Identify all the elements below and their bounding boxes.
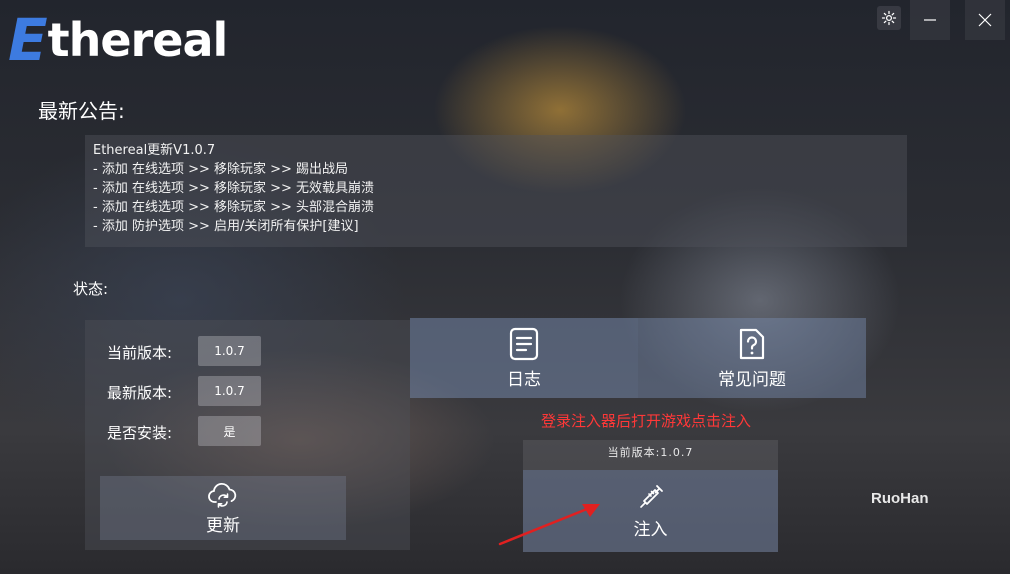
faq-button[interactable]: 常见问题	[638, 318, 866, 398]
latest-version-value: 1.0.7	[198, 376, 261, 406]
current-version-label: 当前版本:	[107, 344, 173, 362]
update-button-label: 更新	[206, 515, 240, 536]
pointer-arrow-icon	[498, 504, 600, 546]
log-button-label: 日志	[507, 369, 541, 390]
author-name: RuoHan	[871, 490, 929, 507]
announcement-line: Ethereal更新V1.0.7	[93, 143, 216, 158]
app-logo: E thereal	[8, 6, 229, 74]
inject-hint: 登录注入器后打开游戏点击注入	[541, 412, 752, 430]
question-file-icon	[739, 328, 765, 359]
status-heading: 状态:	[73, 280, 109, 298]
update-button[interactable]: 更新	[100, 476, 346, 540]
announcement-box: Ethereal更新V1.0.7 - 添加 在线选项 >> 移除玩家 >> 踢出…	[85, 135, 907, 247]
installed-value: 是	[198, 416, 261, 446]
installed-label: 是否安装:	[107, 424, 173, 442]
injector-window: E thereal 最新公告: Ethereal更新V1.0.7 - 添加 在线…	[0, 0, 1010, 574]
minimize-icon	[924, 19, 936, 21]
logo-letter: E	[8, 6, 48, 74]
document-icon	[509, 327, 539, 360]
announcement-line: - 添加 在线选项 >> 移除玩家 >> 头部混合崩溃	[93, 200, 375, 215]
announcement-line: - 添加 在线选项 >> 移除玩家 >> 无效载具崩溃	[93, 181, 375, 196]
announcement-line: - 添加 在线选项 >> 移除玩家 >> 踢出战局	[93, 162, 349, 177]
current-version-value: 1.0.7	[198, 336, 261, 366]
action-tiles: 日志 常见问题	[410, 318, 866, 398]
minimize-button[interactable]	[910, 0, 950, 40]
close-button[interactable]	[965, 0, 1005, 40]
close-icon	[978, 13, 992, 27]
latest-version-label: 最新版本:	[107, 384, 173, 402]
gear-icon	[881, 10, 897, 26]
inject-version-text: 当前版本:1.0.7	[607, 446, 694, 459]
syringe-icon	[639, 484, 663, 508]
faq-button-label: 常见问题	[718, 369, 786, 390]
logo-text: thereal	[47, 13, 229, 67]
log-button[interactable]: 日志	[410, 318, 638, 398]
settings-button[interactable]	[877, 6, 901, 30]
announcement-heading: 最新公告:	[38, 99, 125, 123]
cloud-refresh-icon	[208, 482, 237, 508]
inject-button-label: 注入	[633, 519, 668, 540]
announcement-line: - 添加 防护选项 >> 启用/关闭所有保护[建议]	[93, 219, 359, 234]
